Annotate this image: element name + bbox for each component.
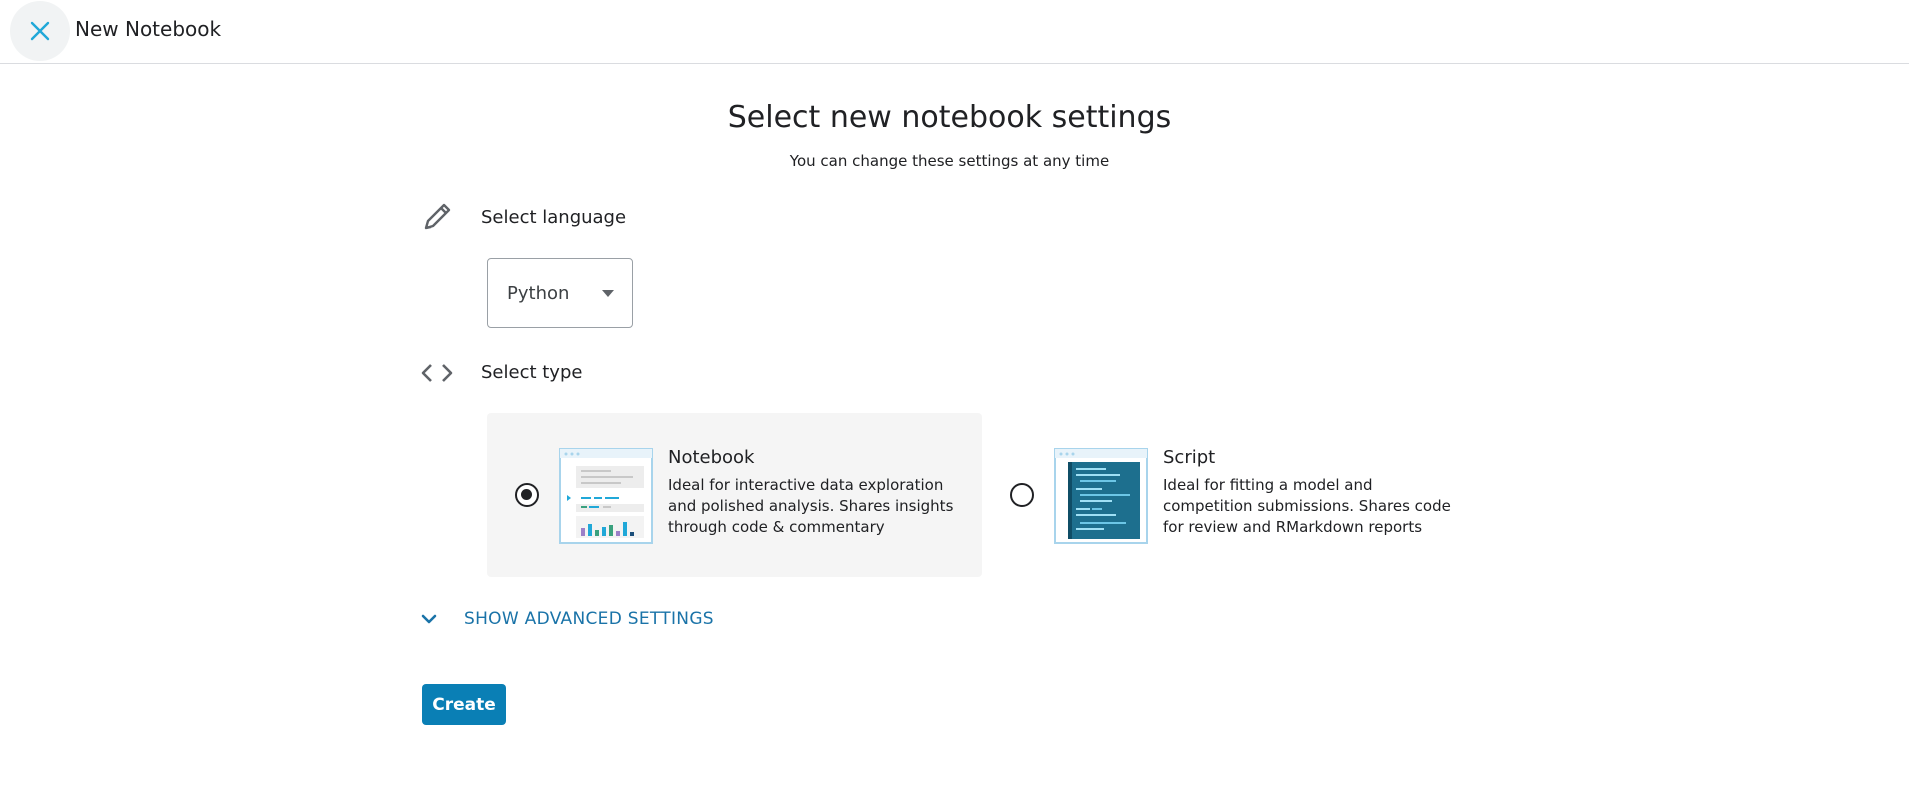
script-thumbnail-icon bbox=[1054, 448, 1148, 544]
top-bar: New Notebook bbox=[0, 0, 1909, 64]
settings-subheading: You can change these settings at any tim… bbox=[789, 152, 1110, 170]
script-option-description: Ideal for fitting a model and competitio… bbox=[1163, 476, 1451, 536]
type-option-notebook[interactable]: Notebook Ideal for interactive data expl… bbox=[487, 413, 982, 577]
script-radio[interactable] bbox=[1010, 483, 1034, 507]
close-icon bbox=[30, 21, 50, 41]
caret-down-icon bbox=[602, 290, 614, 297]
select-type-label: Select type bbox=[481, 362, 583, 383]
settings-heading: Select new notebook settings bbox=[727, 100, 1172, 135]
chevron-down-icon bbox=[421, 614, 437, 624]
create-button[interactable]: Create bbox=[422, 684, 506, 725]
type-option-script[interactable]: Script Ideal for fitting a model and com… bbox=[982, 413, 1477, 577]
language-select[interactable]: Python bbox=[487, 258, 633, 328]
language-selected-value: Python bbox=[507, 283, 570, 304]
script-option-title: Script bbox=[1163, 447, 1216, 468]
notebook-thumbnail-icon bbox=[559, 448, 653, 544]
code-brackets-icon bbox=[420, 356, 454, 390]
notebook-radio[interactable] bbox=[515, 483, 539, 507]
notebook-option-description: Ideal for interactive data exploration a… bbox=[668, 476, 954, 536]
page-title: New Notebook bbox=[75, 17, 222, 41]
show-advanced-settings-toggle[interactable]: SHOW ADVANCED SETTINGS bbox=[420, 604, 714, 634]
notebook-option-title: Notebook bbox=[668, 447, 755, 468]
close-button[interactable] bbox=[10, 1, 70, 61]
show-advanced-settings-label: SHOW ADVANCED SETTINGS bbox=[464, 609, 714, 629]
select-language-label: Select language bbox=[481, 207, 627, 228]
pencil-icon bbox=[420, 200, 454, 234]
